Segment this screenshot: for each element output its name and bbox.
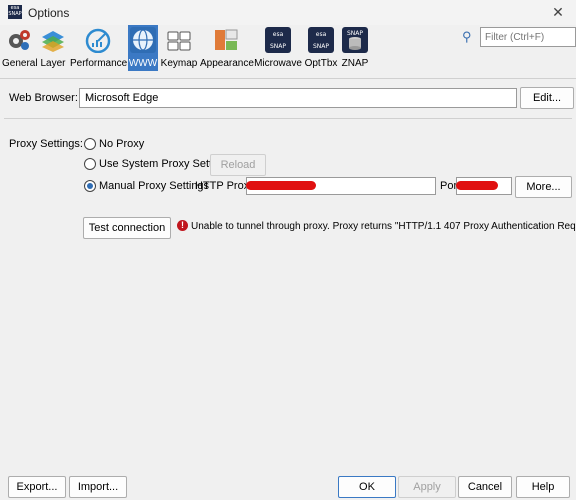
cancel-button[interactable]: Cancel (458, 476, 512, 498)
proxy-settings-label: Proxy Settings: (9, 138, 83, 150)
error-message: Unable to tunnel through proxy. Proxy re… (191, 221, 576, 232)
redaction-mark (246, 181, 316, 190)
svg-text:SNAP: SNAP (347, 30, 363, 37)
gauge-icon (85, 28, 111, 53)
more-button[interactable]: More... (515, 176, 572, 198)
filter-input[interactable] (480, 27, 576, 47)
svg-text:SNAP: SNAP (313, 43, 329, 50)
tab-performance[interactable]: Performance (70, 25, 128, 71)
svg-text:esa: esa (273, 31, 284, 38)
globe-icon (130, 27, 156, 53)
esa-snap-optical-icon: esa SNAP (308, 27, 334, 53)
tab-keymap[interactable]: Keymap (160, 25, 198, 71)
reload-button[interactable]: Reload (210, 154, 266, 176)
import-button[interactable]: Import... (69, 476, 127, 498)
snap-app-icon: esa SNAP (8, 5, 22, 19)
chevron-down-icon: ⌄ (85, 91, 95, 103)
manual-proxy-radio[interactable] (84, 180, 96, 192)
tab-www[interactable]: WWW (128, 25, 158, 71)
close-icon[interactable]: ✕ (546, 3, 570, 21)
apply-button[interactable]: Apply (398, 476, 456, 498)
tab-microwave[interactable]: esa SNAP Microwave (254, 25, 302, 71)
search-icon: ⚲ (462, 29, 472, 44)
no-proxy-label[interactable]: No Proxy (99, 138, 144, 150)
no-proxy-radio[interactable] (84, 138, 96, 150)
tab-opttbx[interactable]: esa SNAP OptTbx (304, 25, 338, 71)
window-title: Options (28, 6, 70, 20)
tab-label: WWW (128, 58, 158, 69)
tab-label: General (2, 58, 38, 69)
title-bar: esa SNAP Options ✕ (0, 0, 576, 25)
tab-layer[interactable]: Layer (38, 25, 68, 71)
palette-icon (215, 29, 238, 50)
edit-button[interactable]: Edit... (520, 87, 574, 109)
esa-snap-microwave-icon: esa SNAP (265, 27, 291, 53)
svg-text:esa: esa (316, 31, 327, 38)
manual-proxy-label[interactable]: Manual Proxy Settings (99, 180, 209, 192)
ok-button[interactable]: OK (338, 476, 396, 498)
tab-appearance[interactable]: Appearance (200, 25, 254, 71)
divider (4, 118, 572, 119)
redaction-mark (456, 181, 498, 190)
tab-znap[interactable]: SNAP ZNAP (340, 25, 370, 71)
tab-label: Keymap (160, 58, 198, 69)
tab-label: OptTbx (304, 58, 338, 69)
tab-label: Layer (40, 58, 66, 69)
tab-label: Appearance (200, 58, 254, 69)
web-browser-select[interactable]: Microsoft Edge ⌄ (79, 88, 517, 108)
tab-label: Performance (70, 58, 128, 69)
error-icon: ! (177, 220, 188, 231)
tab-label: Microwave (254, 58, 302, 69)
system-proxy-radio[interactable] (84, 158, 96, 170)
tab-label: ZNAP (341, 58, 369, 69)
help-button[interactable]: Help (516, 476, 570, 498)
test-connection-button[interactable]: Test connection (83, 217, 171, 239)
gears-icon (9, 30, 30, 50)
tab-general[interactable]: General (2, 25, 38, 71)
web-browser-label: Web Browser: (9, 92, 78, 104)
layers-icon (42, 31, 64, 52)
export-button[interactable]: Export... (8, 476, 66, 498)
divider (0, 78, 576, 79)
svg-text:SNAP: SNAP (270, 43, 286, 50)
snap-database-icon: SNAP (342, 27, 368, 53)
keyboard-icon (167, 31, 191, 51)
